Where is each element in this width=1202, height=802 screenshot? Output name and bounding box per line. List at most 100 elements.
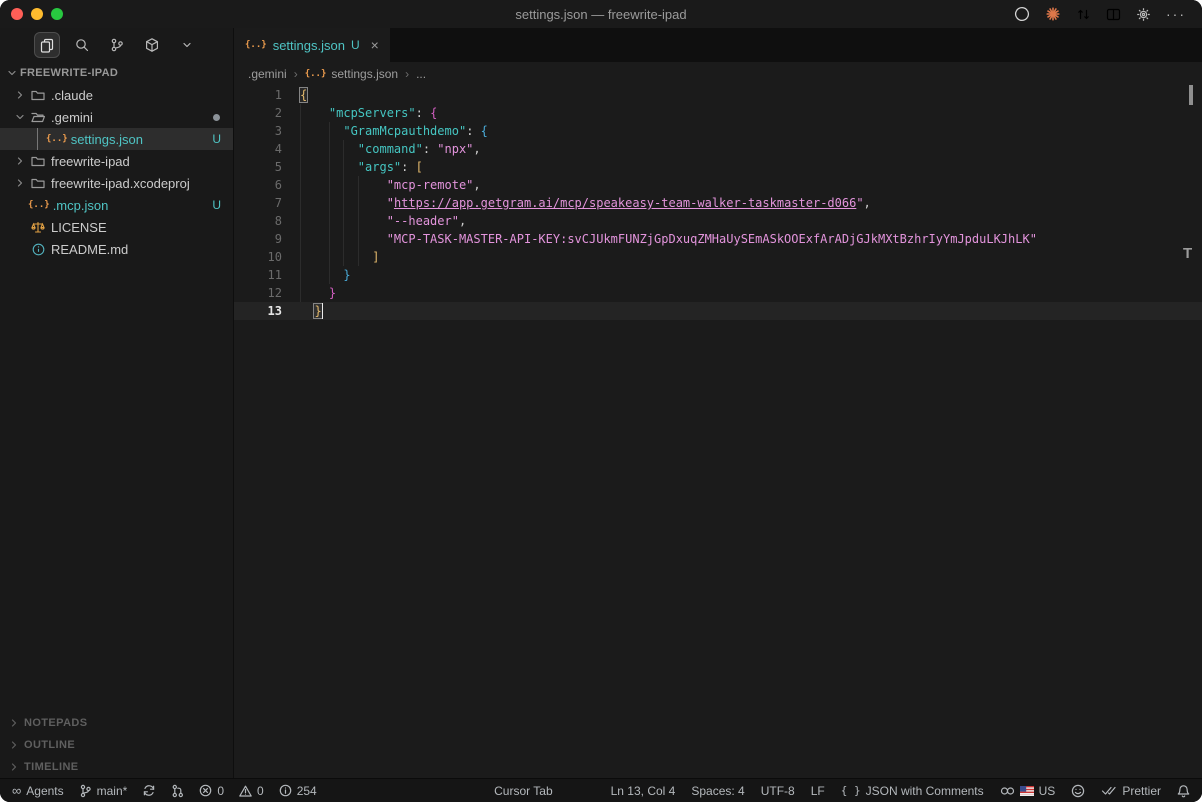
status-0[interactable]: 0 (199, 784, 224, 798)
section-label: OUTLINE (24, 739, 75, 751)
chevron-right-icon (9, 740, 19, 750)
code-token: } (343, 268, 350, 282)
split-editor-icon[interactable] (1106, 8, 1121, 21)
tree-item-.gemini[interactable]: .gemini (0, 106, 233, 128)
activity-source-control-button[interactable] (104, 32, 130, 58)
status-label: Ln 13, Col 4 (611, 784, 676, 798)
openai-icon[interactable] (1014, 6, 1030, 22)
minimize-window-button[interactable] (31, 8, 43, 20)
status-json-with-comments[interactable]: { }JSON with Comments (841, 784, 984, 798)
chevron-down-icon (12, 112, 28, 122)
folder-icon (28, 89, 48, 101)
code-token: { (481, 124, 488, 138)
zoom-window-button[interactable] (51, 8, 63, 20)
code-line-12[interactable]: 12 } (234, 284, 1202, 302)
status-label: 254 (297, 784, 317, 798)
tree-item-README.md[interactable]: README.md (0, 238, 233, 260)
json-icon: {..} (28, 200, 50, 210)
explorer-root-header[interactable]: FREEWRITE-IPAD (0, 62, 233, 84)
status-ln-13-col-4[interactable]: Ln 13, Col 4 (611, 784, 676, 798)
status-spaces-4[interactable]: Spaces: 4 (691, 784, 744, 798)
tab-settings-json[interactable]: {..} settings.json U × (234, 28, 390, 62)
code-token: "mcp-remote" (387, 178, 474, 192)
breadcrumb: .gemini›{..}settings.json›... (234, 62, 1202, 86)
tree-item-LICENSE[interactable]: LICENSE (0, 216, 233, 238)
overview-ruler-t-marker: T (1183, 245, 1192, 262)
code-text: } (300, 302, 322, 320)
tree-item-freewrite-ipad.xcodeproj[interactable]: freewrite-ipad.xcodeproj (0, 172, 233, 194)
file-label: .gemini (51, 110, 93, 125)
breadcrumb-item[interactable]: ... (416, 67, 426, 81)
close-tab-icon[interactable]: × (371, 38, 379, 52)
code-token: ] (372, 250, 379, 264)
status-lf[interactable]: LF (811, 784, 825, 798)
code-line-10[interactable]: 10 ] (234, 248, 1202, 266)
activity-files-button[interactable] (34, 32, 60, 58)
status-agents[interactable]: ∞Agents (12, 783, 64, 798)
status-utf-8[interactable]: UTF-8 (761, 784, 795, 798)
git-status-badge: U (212, 198, 221, 212)
ellipsis-icon[interactable]: ··· (1166, 6, 1186, 22)
chevron-down-icon (182, 40, 192, 50)
tree-item-.mcp.json[interactable]: {..}.mcp.jsonU (0, 194, 233, 216)
code-text: ] (300, 248, 379, 266)
status-pull-request[interactable] (171, 784, 184, 798)
sync-icon (142, 784, 156, 797)
code-token (300, 160, 358, 174)
breadcrumb-separator: › (405, 67, 409, 81)
code-token (300, 196, 387, 210)
code-line-4[interactable]: 4 "command": "npx", (234, 140, 1202, 158)
code-token: "--header" (387, 214, 459, 228)
code-line-3[interactable]: 3 "GramMcpauthdemo": { (234, 122, 1202, 140)
cycle-arrows-icon[interactable] (1076, 7, 1091, 22)
activity-chevron-down-button[interactable] (174, 32, 200, 58)
code-line-6[interactable]: 6 "mcp-remote", (234, 176, 1202, 194)
sidebar-section-notepads[interactable]: NOTEPADS (0, 711, 233, 733)
chevron-right-icon (12, 90, 28, 100)
tree-item-.claude[interactable]: .claude (0, 84, 233, 106)
sidebar-section-outline[interactable]: OUTLINE (0, 733, 233, 755)
status-254[interactable]: 254 (279, 784, 317, 798)
status-label: Cursor Tab (494, 784, 552, 798)
status-us[interactable]: US (1000, 784, 1056, 798)
tree-item-freewrite-ipad[interactable]: freewrite-ipad (0, 150, 233, 172)
tab-bar: {..} settings.json U × (234, 28, 1202, 62)
breadcrumb-item[interactable]: {..}settings.json (305, 67, 398, 81)
code-token: " (856, 196, 863, 210)
status-label: Prettier (1122, 784, 1161, 798)
status-0[interactable]: 0 (239, 784, 264, 798)
status-bell[interactable] (1177, 784, 1190, 798)
code-line-8[interactable]: 8 "--header", (234, 212, 1202, 230)
tab-label: settings.json (273, 38, 345, 53)
sidebar-section-timeline[interactable]: TIMELINE (0, 755, 233, 777)
line-number: 2 (234, 104, 282, 122)
editor-surface[interactable]: 1{2 "mcpServers": {3 "GramMcpauthdemo": … (234, 86, 1202, 778)
activity-extensions-cube-button[interactable] (139, 32, 165, 58)
code-line-11[interactable]: 11 } (234, 266, 1202, 284)
section-label: NOTEPADS (24, 717, 88, 729)
line-number: 11 (234, 266, 282, 284)
code-line-7[interactable]: 7 "https://app.getgram.ai/mcp/speakeasy-… (234, 194, 1202, 212)
status-cursor-tab[interactable]: Cursor Tab (494, 784, 552, 798)
gear-icon[interactable] (1136, 7, 1151, 22)
status-feedback-smiley[interactable] (1071, 784, 1085, 798)
activity-search-button[interactable] (69, 32, 95, 58)
breadcrumb-item[interactable]: .gemini (248, 67, 287, 81)
tree-item-settings.json[interactable]: {..}settings.jsonU (0, 128, 233, 150)
code-line-5[interactable]: 5 "args": [ (234, 158, 1202, 176)
code-line-2[interactable]: 2 "mcpServers": { (234, 104, 1202, 122)
text-cursor (322, 303, 324, 319)
claude-star-icon[interactable] (1045, 6, 1061, 22)
code-line-13[interactable]: 13 } (234, 302, 1202, 320)
close-window-button[interactable] (11, 8, 23, 20)
status-main-[interactable]: main* (79, 784, 128, 798)
status-sync[interactable] (142, 784, 156, 797)
code-token: https://app.getgram.ai/mcp/speakeasy-tea… (394, 196, 856, 210)
code-line-1[interactable]: 1{ (234, 86, 1202, 104)
sidebar: FREEWRITE-IPAD .claude .gemini {..}setting… (0, 28, 234, 778)
breadcrumb-label: ... (416, 67, 426, 81)
code-line-9[interactable]: 9 "MCP-TASK-MASTER-API-KEY:svCJUkmFUNZjG… (234, 230, 1202, 248)
code-token: : (466, 124, 480, 138)
status-prettier[interactable]: Prettier (1101, 784, 1161, 798)
code-token: " (387, 196, 394, 210)
